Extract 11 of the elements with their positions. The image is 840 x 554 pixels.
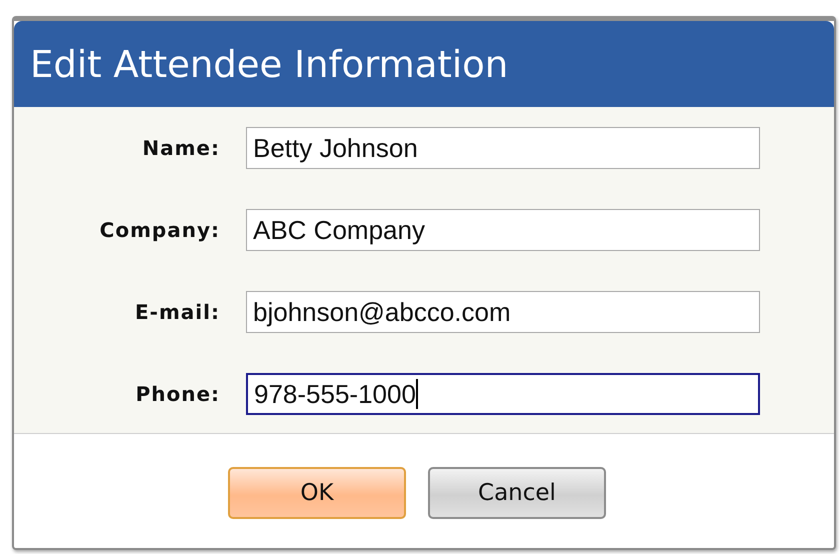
input-field[interactable]: bjohnson@abcco.com: [246, 291, 760, 333]
field-label: Name:: [141, 136, 220, 160]
dialog-title: Edit Attendee Information: [30, 42, 508, 86]
input-field[interactable]: Betty Johnson: [246, 127, 760, 169]
input-field[interactable]: 978-555-1000: [246, 373, 760, 415]
field-label: E-mail:: [134, 300, 220, 324]
field-label: Phone:: [134, 382, 220, 406]
ok-button[interactable]: OK: [228, 467, 406, 519]
input-field[interactable]: ABC Company: [246, 209, 760, 251]
field-label: Company:: [98, 218, 220, 242]
cancel-button[interactable]: Cancel: [428, 467, 606, 519]
